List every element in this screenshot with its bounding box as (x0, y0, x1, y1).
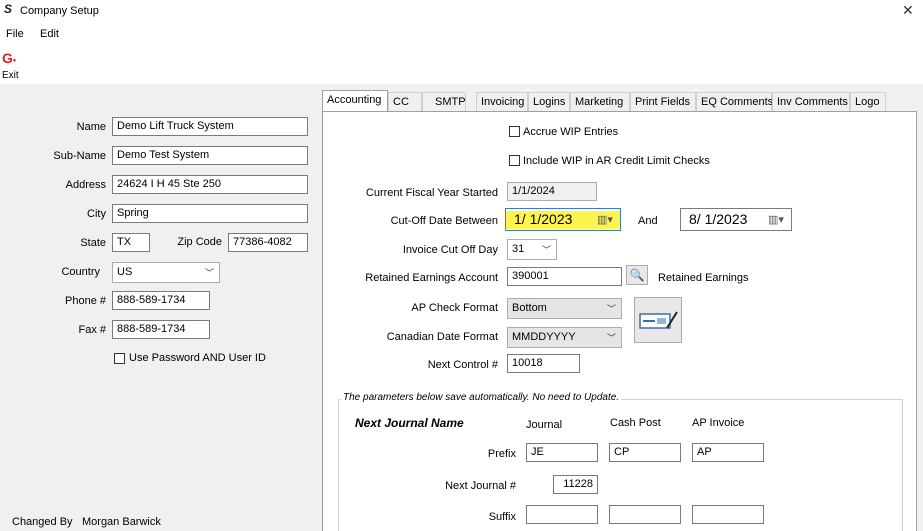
phone-label: Phone # (65, 295, 106, 307)
canadian-date-value: MMDDYYYY (512, 331, 576, 343)
city-label: City (87, 208, 106, 220)
col-cash-post: Cash Post (610, 417, 661, 429)
name-input[interactable]: Demo Lift Truck System (112, 117, 308, 136)
window-title: Company Setup (20, 5, 99, 17)
country-label: Country (61, 266, 100, 278)
use-password-label: Use Password AND User ID (129, 352, 266, 364)
tab-smtp[interactable]: SMTP (422, 92, 466, 111)
tab-eq-comments[interactable]: EQ Comments (696, 92, 773, 111)
app-icon: S (4, 2, 13, 16)
subname-input[interactable]: Demo Test System (112, 146, 308, 165)
next-control-label: Next Control # (427, 359, 498, 371)
params-note: The parameters below save automatically.… (341, 392, 622, 403)
chevron-down-icon: ﹀ (606, 333, 616, 343)
tab-logo[interactable]: Logo (850, 92, 886, 111)
state-label: State (80, 237, 106, 249)
name-label: Name (76, 121, 106, 133)
fiscal-year-field: 1/1/2024 (507, 182, 597, 201)
suffix-journal-input[interactable] (526, 505, 598, 524)
next-control-input[interactable]: 10018 (507, 354, 580, 373)
fiscal-year-label: Current Fiscal Year Started (365, 187, 498, 199)
country-value: US (117, 266, 133, 278)
fax-input[interactable]: 888-589-1734 (112, 320, 210, 339)
next-journal-label: Next Journal # (445, 480, 516, 492)
include-wip-checkbox[interactable] (509, 155, 520, 166)
address-label: Address (65, 179, 106, 191)
journal-heading: Next Journal Name (355, 416, 464, 430)
retained-label: Retained Earnings Account (365, 272, 498, 284)
retained-account-input[interactable]: 390001 (507, 267, 622, 286)
invoice-cutoff-select[interactable]: 31 ﹀ (507, 239, 557, 260)
retained-name: Retained Earnings (658, 272, 749, 284)
cutoff-label: Cut-Off Date Between (390, 215, 498, 227)
calendar-icon[interactable]: ▥▾ (768, 213, 784, 226)
toolbar (0, 44, 923, 84)
exit-icon[interactable]: G• (2, 50, 16, 66)
tab-inv-comments[interactable]: Inv Comments (772, 92, 850, 111)
search-icon[interactable]: 🔍 (626, 265, 648, 285)
cutoff-end-value: 8/ 1/2023 (689, 211, 748, 227)
menu-edit[interactable]: Edit (40, 28, 59, 40)
zip-input[interactable]: 77386-4082 (228, 233, 308, 252)
cutoff-start-value: 1/ 1/2023 (514, 211, 573, 227)
col-ap-invoice: AP Invoice (692, 417, 745, 429)
close-icon[interactable]: ✕ (902, 2, 914, 19)
subname-label: Sub-Name (53, 150, 106, 162)
city-input[interactable]: Spring (112, 204, 308, 223)
ap-check-select[interactable]: Bottom ﹀ (507, 298, 622, 319)
col-journal: Journal (526, 419, 563, 431)
phone-input[interactable]: 888-589-1734 (112, 291, 210, 310)
tab-marketing[interactable]: Marketing (570, 92, 630, 111)
menu-file[interactable]: File (6, 28, 24, 40)
country-select[interactable]: US ﹀ (112, 262, 220, 283)
tab-print-fields[interactable]: Print Fields (630, 92, 696, 111)
tab-logins[interactable]: Logins (528, 92, 570, 111)
zip-label: Zip Code (177, 236, 222, 248)
invoice-cutoff-label: Invoice Cut Off Day (402, 244, 498, 256)
tab-cc[interactable]: CC (388, 92, 422, 111)
prefix-cash-post-input[interactable]: CP (609, 443, 681, 462)
fax-label: Fax # (78, 324, 106, 336)
state-input[interactable]: TX (112, 233, 150, 252)
invoice-cutoff-value: 31 (512, 243, 525, 255)
accrue-wip-label: Accrue WIP Entries (523, 126, 619, 138)
ap-check-label: AP Check Format (411, 302, 498, 314)
canadian-date-label: Canadian Date Format (386, 331, 498, 343)
canadian-date-select[interactable]: MMDDYYYY ﹀ (507, 327, 622, 348)
suffix-label: Suffix (488, 511, 516, 523)
and-label: And (638, 215, 658, 227)
calendar-icon[interactable]: ▥▾ (597, 213, 613, 226)
accrue-wip-checkbox[interactable] (509, 126, 520, 137)
exit-button[interactable]: Exit (2, 70, 19, 81)
changed-by-value: Morgan Barwick (82, 516, 161, 528)
next-journal-input[interactable]: 11228 (553, 475, 598, 494)
prefix-ap-invoice-input[interactable]: AP (692, 443, 764, 462)
chevron-down-icon: ﹀ (204, 268, 214, 278)
tab-invoicing[interactable]: Invoicing (476, 92, 528, 111)
chevron-down-icon: ﹀ (541, 245, 551, 255)
suffix-ap-invoice-input[interactable] (692, 505, 764, 524)
suffix-cash-post-input[interactable] (609, 505, 681, 524)
check-format-icon[interactable] (634, 297, 682, 343)
prefix-journal-input[interactable]: JE (526, 443, 598, 462)
prefix-label: Prefix (487, 448, 516, 460)
changed-by-label: Changed By (12, 516, 73, 528)
address-input[interactable]: 24624 I H 45 Ste 250 (112, 175, 308, 194)
ap-check-value: Bottom (512, 302, 547, 314)
tab-accounting[interactable]: Accounting (322, 90, 388, 111)
title-bar (0, 0, 923, 24)
include-wip-label: Include WIP in AR Credit Limit Checks (523, 155, 710, 167)
menu-bar: File Edit (0, 24, 923, 44)
chevron-down-icon: ﹀ (606, 304, 616, 314)
use-password-checkbox[interactable] (114, 353, 125, 364)
